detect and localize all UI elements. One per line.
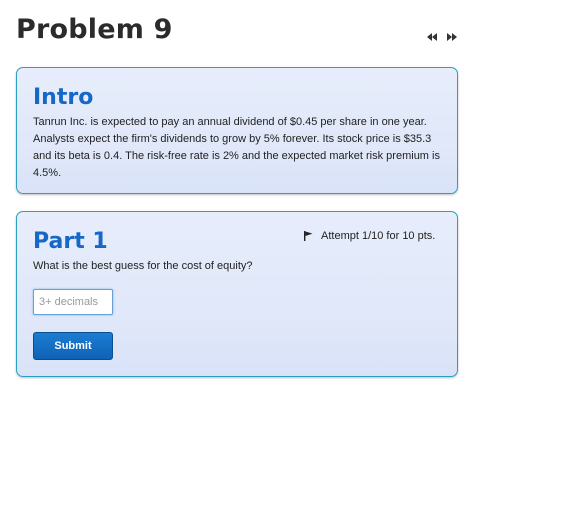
attempt-label: Attempt 1/10 for 10 pts. bbox=[321, 230, 436, 242]
intro-text: Tanrun Inc. is expected to pay an annual… bbox=[33, 116, 440, 179]
attempt-info: Attempt 1/10 for 10 pts. bbox=[304, 230, 435, 242]
part-1-card: Part 1 Attempt 1/10 for 10 pts. What is … bbox=[16, 211, 458, 377]
part-heading: Part 1 bbox=[33, 229, 108, 254]
rewind-icon[interactable] bbox=[425, 31, 439, 43]
intro-card: Intro Tanrun Inc. is expected to pay an … bbox=[16, 67, 458, 194]
fast-forward-icon[interactable] bbox=[445, 31, 459, 43]
intro-heading: Intro bbox=[33, 85, 94, 110]
page-title: Problem 9 bbox=[16, 14, 173, 45]
question-text: What is the best guess for the cost of e… bbox=[33, 260, 253, 272]
flag-icon bbox=[304, 231, 313, 241]
answer-input[interactable] bbox=[33, 289, 113, 315]
submit-button[interactable]: Submit bbox=[33, 332, 113, 360]
problem-navigation bbox=[425, 31, 459, 43]
